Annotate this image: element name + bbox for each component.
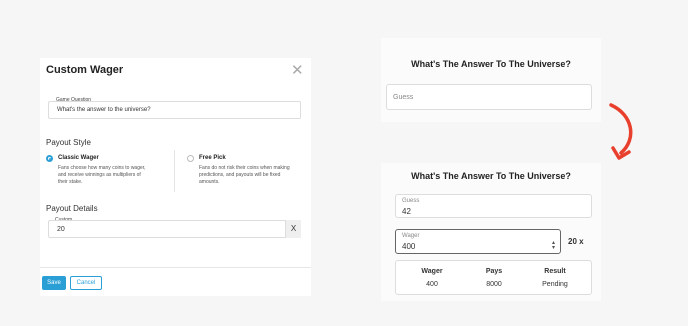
guess-value: 42 [402,207,411,216]
desc-line: predictions, and payouts will be fixed [199,172,281,178]
wager-label: Wager [402,233,420,239]
curved-arrow-icon [609,103,633,160]
guess-input[interactable]: Guess [386,84,592,110]
cancel-button[interactable]: Cancel [70,276,102,290]
desc-line: their stake. [58,179,83,185]
clear-button[interactable]: X [285,220,301,238]
classic-wager-description: Fans choose how many coins to wager, and… [58,165,146,186]
table-cell: 8000 [486,281,502,288]
stepper-icon[interactable]: ▴ ▾ [552,240,555,251]
custom-wager-modal: Custom Wager ✕ Game Question What's the … [40,58,311,296]
option-divider [174,150,175,192]
question-panel-empty: What's The Answer To The Universe? Guess [381,38,601,122]
desc-line: Fans choose how many coins to wager, [58,165,146,171]
classic-wager-title[interactable]: Classic Wager [58,155,99,161]
multiplier-label: 20 x [568,237,584,246]
payout-details-label: Payout Details [46,204,98,213]
game-question-input[interactable]: What's the answer to the universe? [48,101,301,119]
table-cell: 400 [426,281,438,288]
wager-value: 400 [402,242,416,251]
desc-line: and receive winnings as multipliers of [58,172,141,178]
footer-divider [40,267,311,268]
question-title: What's The Answer To The Universe? [411,59,571,69]
free-pick-title[interactable]: Free Pick [199,155,226,161]
save-button[interactable]: Save [42,276,66,290]
free-pick-description: Fans do not risk their coins when making… [199,165,290,186]
desc-line: amounts. [199,179,220,185]
question-title: What's The Answer To The Universe? [411,171,571,181]
guess-placeholder: Guess [393,94,414,101]
guess-label: Guess [402,198,420,204]
wager-field[interactable]: Wager 400 ▴ ▾ [395,229,561,254]
wager-summary-table: Wager Pays Result 400 8000 Pending [395,260,592,295]
guess-field[interactable]: Guess 42 [395,194,592,218]
table-header: Wager [421,268,443,275]
custom-payout-input[interactable]: 20 [48,220,301,238]
table-cell: Pending [542,281,568,288]
question-panel-filled: What's The Answer To The Universe? Guess… [381,163,601,301]
free-pick-radio[interactable] [187,155,194,162]
classic-wager-radio[interactable] [46,155,53,162]
payout-style-label: Payout Style [46,138,91,147]
modal-title: Custom Wager [46,64,124,76]
table-header: Result [544,268,566,275]
desc-line: Fans do not risk their coins when making [199,165,290,171]
close-icon[interactable]: ✕ [291,63,304,78]
table-header: Pays [485,268,503,275]
